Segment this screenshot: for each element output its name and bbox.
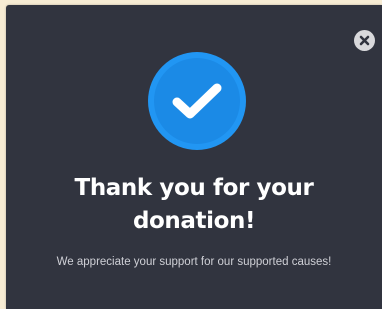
checkmark-icon bbox=[154, 58, 240, 144]
success-badge bbox=[148, 52, 246, 150]
close-icon bbox=[359, 35, 370, 46]
modal-message: We appreciate your support for our suppo… bbox=[56, 256, 332, 268]
page-backdrop: Thank you for your donation! We apprecia… bbox=[0, 0, 382, 309]
title-line-1: Thank you for your bbox=[74, 175, 314, 201]
modal-title: Thank you for your donation! bbox=[6, 172, 382, 238]
title-line-2: donation! bbox=[132, 208, 256, 234]
close-button[interactable] bbox=[354, 30, 375, 51]
